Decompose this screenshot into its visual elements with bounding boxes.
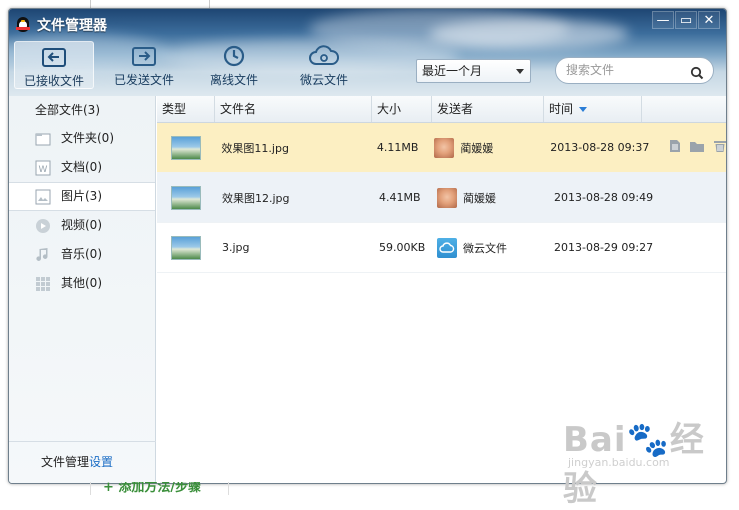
table-row[interactable]: 效果图11.jpg 4.11MB 蔺媛媛 2013-08-28 09:37	[157, 123, 726, 173]
sidebar-item-other[interactable]: 其他(0)	[9, 269, 155, 298]
add-step-link[interactable]: + 添加方法/步骤	[91, 482, 228, 495]
search-placeholder: 搜索文件	[566, 63, 615, 77]
file-size: 59.00KB	[379, 241, 426, 254]
video-icon	[35, 218, 51, 234]
file-name: 效果图12.jpg	[222, 191, 290, 205]
file-time: 2013-08-29 09:27	[554, 241, 654, 254]
qq-penguin-icon	[15, 16, 31, 34]
tab-label: 微云文件	[299, 73, 348, 87]
settings-link[interactable]: 设置	[89, 455, 113, 469]
sender-cell: 蔺媛媛	[429, 137, 540, 158]
sender-cell: 微云文件	[432, 237, 544, 258]
column-header-type[interactable]: 类型	[157, 96, 215, 122]
avatar	[437, 187, 457, 208]
window-title: 文件管理器	[37, 18, 107, 34]
column-header-time[interactable]: 时间	[544, 96, 642, 122]
sidebar-item-videos[interactable]: 视频(0)	[9, 211, 155, 240]
window-controls: — ▭ ✕	[651, 11, 720, 29]
sidebar-item-label: 文档(0)	[61, 160, 102, 174]
time-filter-dropdown[interactable]: 最近一个月	[416, 59, 531, 83]
table-row[interactable]: 3.jpg 59.00KB 微云文件 2013-08-29 09:27	[157, 223, 726, 273]
sidebar: 全部文件(3) 文件夹(0) W 文档(0) 图片(3) 视频(0) 音乐(0)…	[9, 96, 156, 483]
music-icon	[35, 247, 51, 263]
footer-text: 文件管理	[41, 455, 90, 469]
sidebar-item-label: 图片(3)	[61, 189, 102, 203]
clock-icon	[222, 44, 246, 71]
sidebar-item-images[interactable]: 图片(3)	[9, 182, 155, 211]
column-header-time-label: 时间	[549, 102, 574, 116]
image-thumbnail-icon	[171, 235, 201, 260]
search-input[interactable]: 搜索文件	[555, 57, 714, 84]
file-size: 4.11MB	[376, 141, 419, 154]
sort-desc-icon	[579, 107, 588, 112]
file-time: 2013-08-28 09:49	[554, 191, 654, 204]
maximize-button[interactable]: ▭	[675, 11, 697, 29]
sidebar-item-documents[interactable]: W 文档(0)	[9, 153, 155, 182]
header-banner: 文件管理器 — ▭ ✕ 已接收文件 已发送文件 离线文件 微云文件 最近一个月 …	[9, 9, 726, 96]
chevron-down-icon	[516, 69, 524, 74]
delete-icon[interactable]	[713, 139, 726, 156]
tab-label: 已发送文件	[113, 73, 174, 87]
sender-cell: 蔺媛媛	[432, 187, 544, 208]
sidebar-item-label: 视频(0)	[61, 218, 102, 232]
open-file-icon[interactable]	[669, 139, 681, 156]
dropdown-value: 最近一个月	[422, 64, 483, 78]
weiyun-cloud-icon	[308, 44, 340, 70]
sender-name: 微云文件	[463, 241, 507, 255]
row-actions	[669, 139, 726, 156]
file-time: 2013-08-28 09:37	[550, 141, 650, 154]
background-page-fragment	[90, 0, 210, 8]
sender-name: 蔺媛媛	[463, 191, 496, 205]
file-list: 效果图11.jpg 4.11MB 蔺媛媛 2013-08-28 09:37 效果…	[157, 123, 726, 273]
background-page-fragment-bottom: + 添加方法/步骤	[90, 482, 229, 495]
minimize-button[interactable]: —	[652, 11, 674, 29]
table-header: 类型 文件名 大小 发送者 时间	[157, 96, 726, 123]
sidebar-item-label: 其他(0)	[61, 276, 102, 290]
sidebar-item-label: 音乐(0)	[61, 247, 102, 261]
column-header-size[interactable]: 大小	[372, 96, 432, 122]
watermark-url: jingyan.baidu.com	[568, 456, 670, 469]
column-header-sender[interactable]: 发送者	[432, 96, 544, 122]
search-icon[interactable]	[690, 64, 704, 89]
sidebar-item-music[interactable]: 音乐(0)	[9, 240, 155, 269]
image-icon	[35, 189, 51, 205]
folder-icon	[35, 131, 51, 147]
sender-name: 蔺媛媛	[460, 141, 494, 155]
weiyun-avatar-icon	[437, 237, 457, 258]
sidebar-item-all-files[interactable]: 全部文件(3)	[9, 96, 155, 124]
outbox-arrow-icon	[131, 45, 157, 70]
document-icon: W	[35, 160, 51, 176]
column-header-name[interactable]: 文件名	[215, 96, 372, 122]
sidebar-item-folder[interactable]: 文件夹(0)	[9, 124, 155, 153]
file-name: 效果图11.jpg	[221, 141, 289, 155]
table-row[interactable]: 效果图12.jpg 4.41MB 蔺媛媛 2013-08-28 09:49	[157, 173, 726, 223]
tab-weiyun-files[interactable]: 微云文件	[284, 41, 364, 89]
title-bar: 文件管理器	[15, 15, 107, 35]
tab-received-files[interactable]: 已接收文件	[14, 41, 94, 89]
file-size: 4.41MB	[379, 191, 421, 204]
open-folder-icon[interactable]	[689, 140, 705, 156]
svg-text:W: W	[39, 165, 48, 175]
other-icon	[35, 276, 51, 292]
close-button[interactable]: ✕	[698, 11, 720, 29]
tab-label: 离线文件	[209, 73, 258, 87]
sidebar-item-label: 文件夹(0)	[61, 131, 114, 145]
image-thumbnail-icon	[171, 185, 201, 210]
file-name: 3.jpg	[222, 241, 250, 254]
tab-offline-files[interactable]: 离线文件	[194, 41, 274, 89]
avatar	[434, 137, 455, 158]
image-thumbnail-icon	[170, 135, 201, 160]
tab-sent-files[interactable]: 已发送文件	[104, 41, 184, 89]
tab-label: 已接收文件	[23, 74, 84, 88]
sidebar-footer: 文件管理设置	[9, 441, 156, 483]
toolbar: 已接收文件 已发送文件 离线文件 微云文件	[14, 41, 374, 89]
inbox-arrow-icon	[41, 46, 67, 71]
